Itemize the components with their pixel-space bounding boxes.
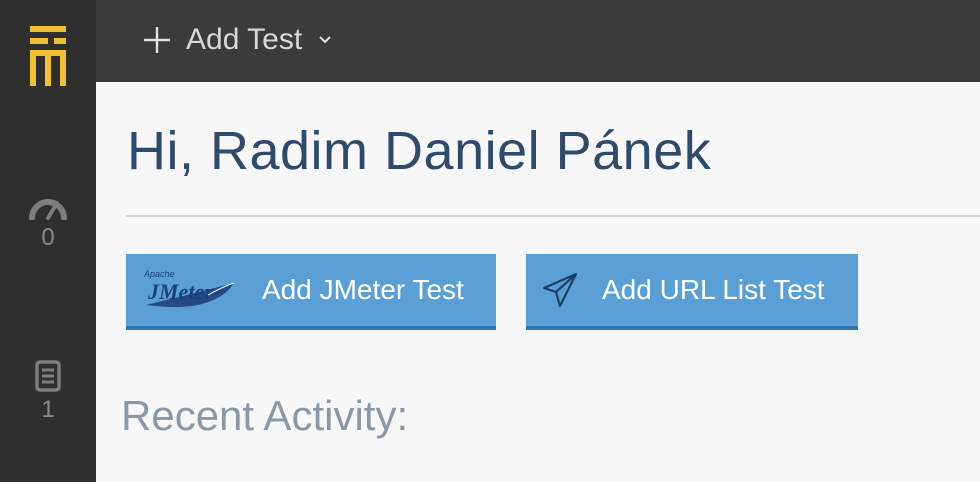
chevron-down-icon [319,36,331,44]
running-count: 0 [41,224,55,251]
page-title: Hi, Radim Daniel Pánek [127,121,712,181]
main-content: Hi, Radim Daniel Pánek Apache JMeter Add… [96,82,980,482]
add-url-list-test-button[interactable]: Add URL List Test [526,254,858,330]
sidebar-stat-documents[interactable]: 1 [0,360,96,424]
add-test-label: Add Test [186,23,303,56]
divider [126,215,980,217]
add-test-dropdown[interactable]: Add Test [142,20,332,60]
app-logo-icon[interactable] [30,26,66,86]
svg-text:Apache: Apache [143,269,175,279]
recent-activity-heading: Recent Activity: [121,392,409,439]
plus-icon [144,27,170,53]
send-icon [542,272,578,308]
jmeter-logo-icon: Apache JMeter [143,269,235,307]
top-bar: Add Test [96,0,980,82]
sidebar: 0 1 [0,0,96,482]
document-icon [35,360,61,392]
sidebar-stat-running[interactable]: 0 [0,192,96,252]
add-url-list-test-label: Add URL List Test [602,274,825,305]
speedometer-icon [29,199,67,220]
add-jmeter-test-label: Add JMeter Test [262,274,464,305]
add-jmeter-test-button[interactable]: Apache JMeter Add JMeter Test [126,254,496,330]
documents-count: 1 [41,396,55,423]
